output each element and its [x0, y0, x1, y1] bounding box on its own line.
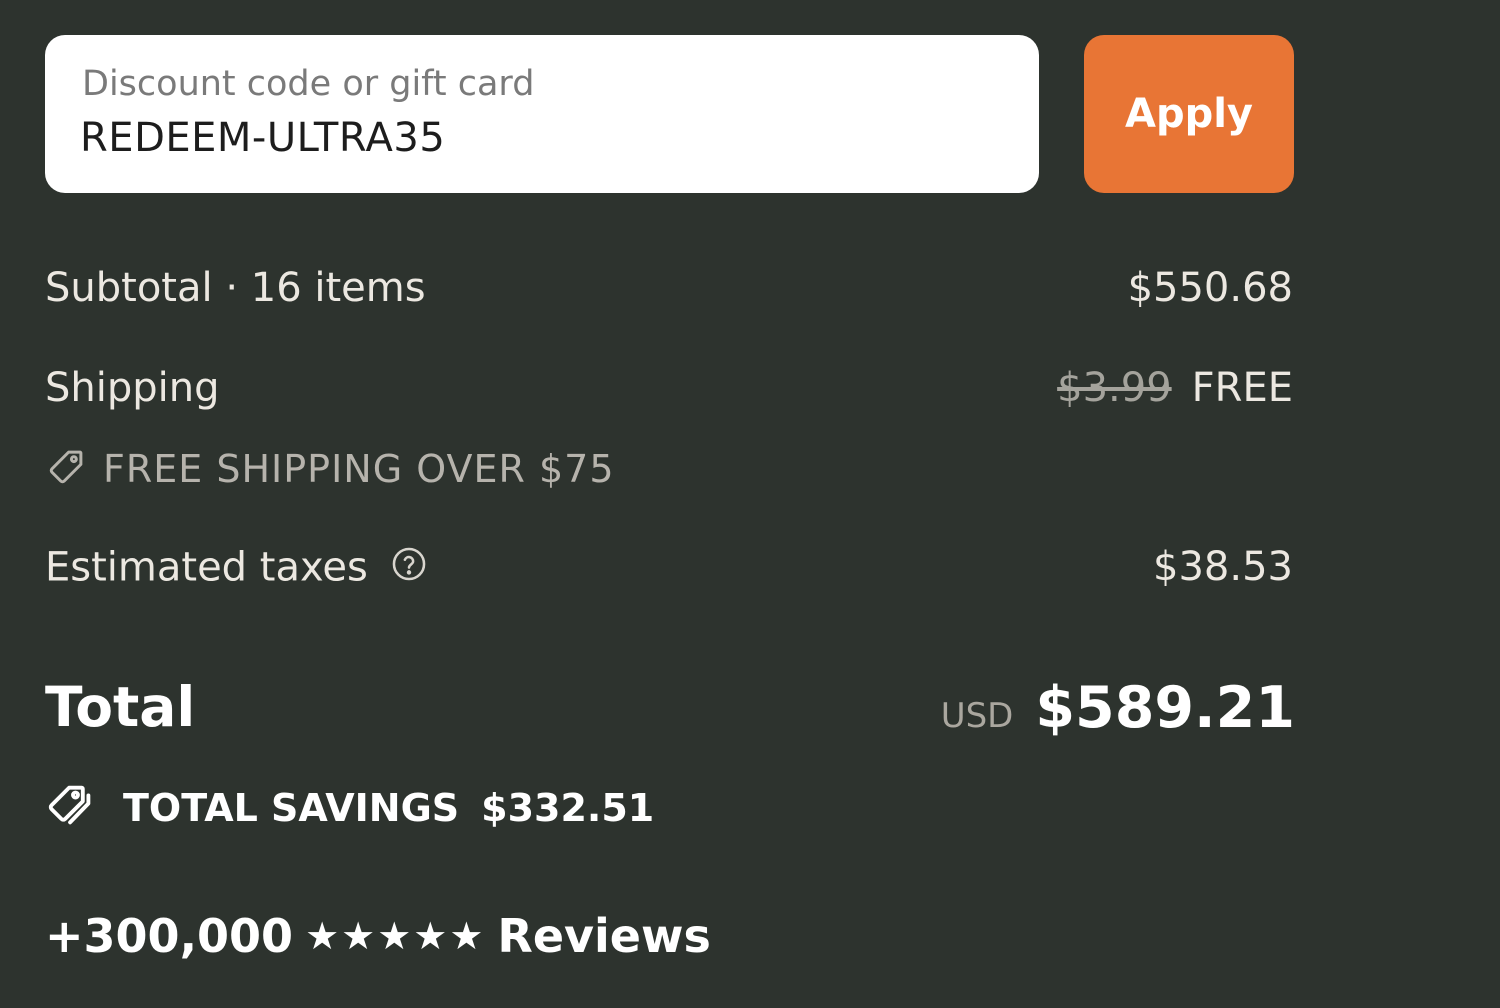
apply-button[interactable]: Apply: [1084, 35, 1294, 193]
discount-field-label: Discount code or gift card: [82, 64, 535, 104]
reviews-label: Reviews: [497, 909, 711, 963]
total-label: Total: [45, 675, 196, 739]
question-circle-icon[interactable]: [390, 545, 428, 590]
shipping-label: Shipping: [45, 365, 220, 411]
total-savings-label: TOTAL SAVINGS: [123, 786, 460, 830]
total-savings: TOTAL SAVINGS $332.51: [45, 782, 654, 834]
total-amount: $589.21: [1035, 675, 1295, 741]
total-value: USD $589.21: [941, 680, 1295, 737]
shipping-original-price: $3.99: [1057, 365, 1172, 411]
taxes-value: $38.53: [1153, 544, 1293, 590]
reviews-summary: +300,000 ★★★★★ Reviews: [45, 913, 711, 959]
tags-icon: [45, 782, 99, 834]
tag-icon: [45, 446, 87, 492]
shipping-value: $3.99 FREE: [1057, 368, 1293, 408]
taxes-label: Estimated taxes: [45, 544, 368, 591]
shipping-promo-text: FREE SHIPPING OVER $75: [103, 447, 615, 491]
discount-field[interactable]: Discount code or gift card: [45, 35, 1039, 193]
subtotal-value: $550.68: [1127, 265, 1293, 311]
shipping-price: FREE: [1191, 365, 1293, 411]
star-rating-icon: ★★★★★: [305, 914, 486, 958]
taxes-row-label: Estimated taxes: [45, 547, 428, 592]
reviews-count: +300,000: [45, 909, 294, 963]
discount-code-input[interactable]: [80, 113, 980, 163]
shipping-promo: FREE SHIPPING OVER $75: [45, 446, 615, 492]
total-savings-value: $332.51: [481, 786, 655, 830]
subtotal-label: Subtotal · 16 items: [45, 265, 426, 311]
currency-code: USD: [940, 696, 1014, 736]
